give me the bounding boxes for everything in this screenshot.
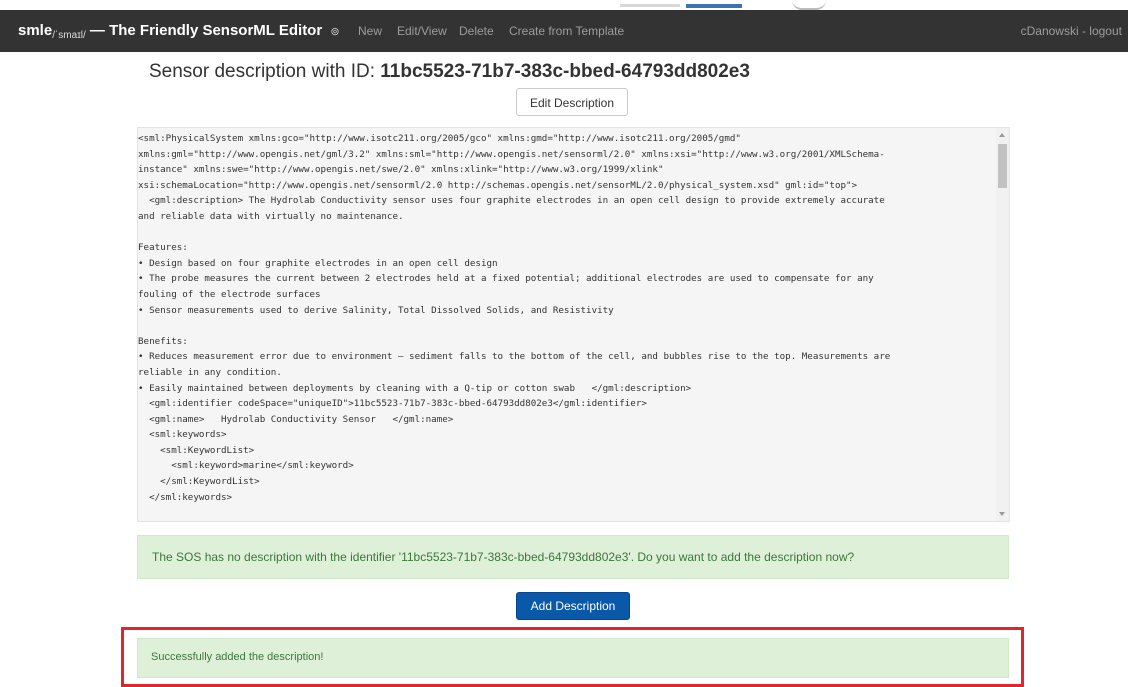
xml-line [138,318,994,334]
no-description-alert: The SOS has no description with the iden… [137,535,1009,579]
xml-line: xsi:schemaLocation="http://www.opengis.n… [138,179,858,191]
xml-line [138,225,994,241]
xml-description-box[interactable]: <sml:PhysicalSystem xmlns:gco="http://ww… [137,127,1010,522]
xml-line: • Sensor measurements used to derive Sal… [138,304,614,316]
info-circle-icon[interactable]: ⊚ [330,25,339,38]
top-strip-blue [686,4,742,8]
xml-scrollbar[interactable] [996,128,1009,521]
edit-description-button[interactable]: Edit Description [516,88,628,116]
xml-line: xmlns:gml="http://www.opengis.net/gml/3.… [138,148,885,160]
top-strip-arc [792,0,826,10]
top-strip [0,0,1128,10]
xml-content: <sml:PhysicalSystem xmlns:gco="http://ww… [138,131,994,505]
xml-line: <sml:KeywordList> [138,444,255,456]
scroll-up-icon[interactable] [999,133,1005,137]
xml-line: reliable in any condition. [138,366,282,378]
scroll-down-icon[interactable] [999,512,1005,516]
xml-line: • Easily maintained between deployments … [138,382,692,394]
navbar: smle/ˈsmaɪl/ — The Friendly SensorML Edi… [0,10,1128,52]
xml-line: Features: [138,242,188,254]
xml-line: Benefits: [138,335,188,347]
nav-edit-view[interactable]: Edit/View [397,24,447,38]
nav-delete[interactable]: Delete [459,24,494,38]
nav-new[interactable]: New [358,24,382,38]
xml-line: <gml:description> The Hydrolab Conductiv… [138,195,885,207]
page-title: Sensor description with ID: 11bc5523-71b… [149,61,750,83]
brand-title: — The Friendly SensorML Editor [85,22,327,39]
xml-line: <gml:name> Hydrolab Conductivity Sensor … [138,413,454,425]
xml-line: fouling of the electrode surfaces [138,288,321,300]
xml-line: <gml:identifier codeSpace="uniqueID">11b… [138,398,647,410]
scroll-thumb[interactable] [998,144,1007,188]
xml-line: • The probe measures the current between… [138,273,874,285]
user-logout-link[interactable]: cDanowski - logout [1021,24,1122,38]
xml-line: <sml:keyword>marine</sml:keyword> [138,460,354,472]
xml-line: </sml:KeywordList> [138,476,260,488]
xml-line: <sml:keywords> [138,429,227,441]
add-description-button[interactable]: Add Description [516,592,630,620]
xml-line: <sml:PhysicalSystem xmlns:gco="http://ww… [138,133,741,144]
xml-line: </sml:keywords> [138,491,233,503]
success-alert: Successfully added the description! [137,638,1009,678]
top-strip-grey [620,4,680,7]
sensor-id: 11bc5523-71b7-383c-bbed-64793dd802e3 [380,61,750,82]
brand-link[interactable]: smle/ˈsmaɪl/ — The Friendly SensorML Edi… [18,22,340,41]
brand-main: smle [18,22,53,39]
xml-line: instance" xmlns:swe="http://www.opengis.… [138,164,664,176]
nav-create-from-template[interactable]: Create from Template [509,24,624,38]
page-title-prefix: Sensor description with ID: [149,61,381,82]
xml-line: • Reduces measurement error due to envir… [138,351,891,363]
xml-line: and reliable data with virtually no main… [138,210,404,222]
xml-line: • Design based on four graphite electrod… [138,257,498,269]
brand-pronunciation: /ˈsmaɪl/ [52,30,86,41]
